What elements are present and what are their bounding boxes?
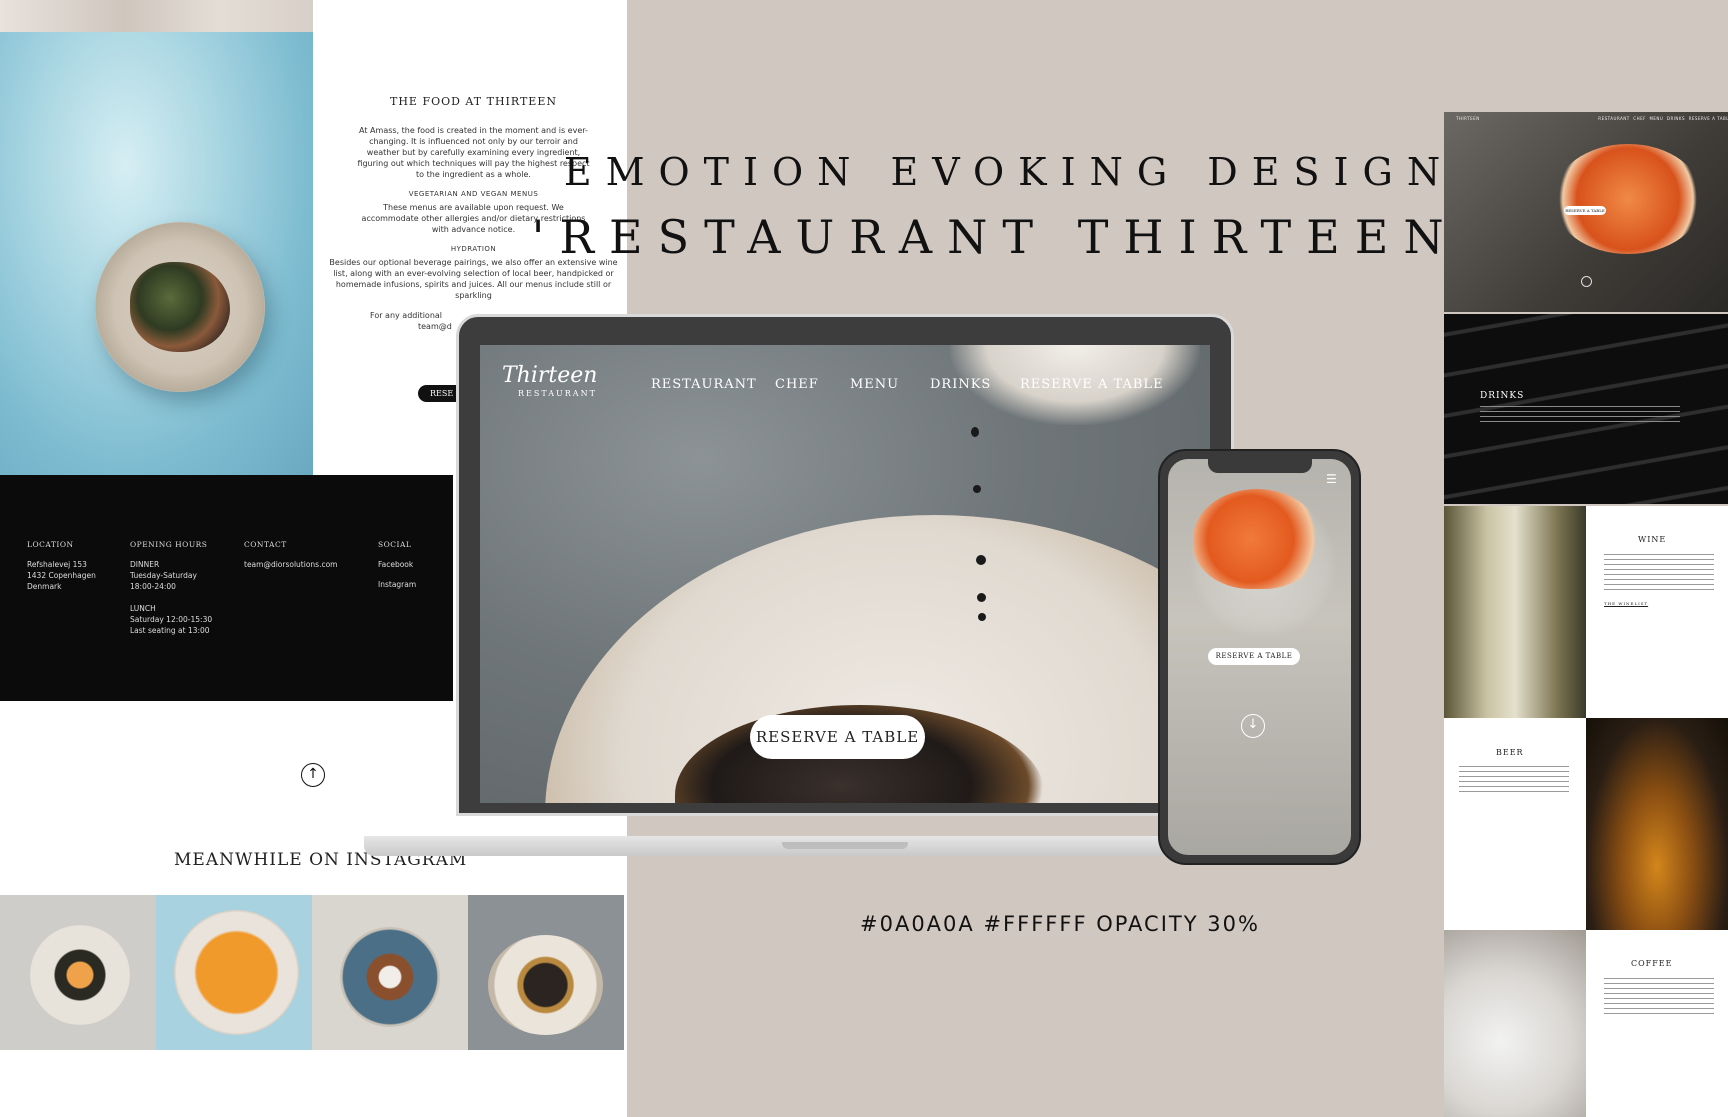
sauce-drop bbox=[973, 485, 981, 493]
nav-drinks[interactable]: DRINKS bbox=[930, 377, 991, 392]
hours-line: 18:00-24:00 bbox=[130, 582, 176, 591]
mini-reserve-button: RESERVE A TABLE bbox=[1564, 206, 1606, 215]
hours-line: Saturday 12:00-15:30 bbox=[130, 615, 213, 624]
instagram-link[interactable]: Instagram bbox=[378, 579, 416, 590]
hours-line: Last seating at 13:00 bbox=[130, 626, 210, 635]
phone-notch bbox=[1208, 459, 1312, 473]
wine-list-link: THE WINELIST bbox=[1604, 601, 1649, 606]
hours-line: LUNCH bbox=[130, 604, 156, 613]
coffee-title: COFFEE bbox=[1631, 959, 1673, 968]
phone-screen: ☰ RESERVE A TABLE ↓ bbox=[1168, 459, 1351, 855]
sauce-drop bbox=[978, 613, 986, 621]
contact-email-link[interactable]: team@diorsolutions.com bbox=[244, 559, 337, 570]
scroll-to-top-icon[interactable]: ↑ bbox=[301, 763, 325, 787]
thirteen-logo[interactable]: Thirteen RESTAURANT bbox=[502, 365, 597, 403]
footer: LOCATION Refshalevej 153 1432 Copenhagen… bbox=[0, 475, 453, 701]
sauce-drop bbox=[977, 593, 986, 602]
location-title: LOCATION bbox=[27, 540, 74, 549]
sauce-drop bbox=[971, 427, 979, 437]
contact-title: CONTACT bbox=[244, 540, 287, 549]
nav-restaurant[interactable]: RESTAURANT bbox=[651, 377, 757, 392]
drinks-label: DRINKS bbox=[1480, 391, 1525, 401]
wine-bottles-photo bbox=[1444, 506, 1586, 718]
instagram-photo[interactable] bbox=[312, 895, 468, 1050]
location-line: Refshalevej 153 bbox=[27, 560, 87, 569]
social-title: SOCIAL bbox=[378, 540, 412, 549]
beer-glasses-photo bbox=[1586, 718, 1728, 930]
facebook-link[interactable]: Facebook bbox=[378, 559, 416, 570]
coffee-panel: COFFEE bbox=[1586, 930, 1728, 1117]
arrow-down-circle-icon bbox=[1581, 276, 1592, 287]
beer-panel: BEER bbox=[1444, 718, 1586, 930]
footer-hours: OPENING HOURS DINNER Tuesday-Saturday 18… bbox=[130, 539, 212, 636]
hours-line: DINNER bbox=[130, 560, 160, 569]
stone-photo-strip bbox=[0, 0, 313, 32]
clams-dish-image bbox=[130, 262, 230, 352]
logo-subtext: RESTAURANT bbox=[518, 389, 597, 398]
footer-contact: CONTACT team@diorsolutions.com bbox=[244, 539, 337, 570]
location-line: 1432 Copenhagen bbox=[27, 571, 96, 580]
nav-menu[interactable]: MENU bbox=[850, 377, 899, 392]
beer-title: BEER bbox=[1496, 748, 1524, 757]
laptop-screen: Thirteen RESTAURANT RESTAURANT CHEF MENU… bbox=[480, 345, 1210, 803]
reserve-table-button[interactable]: RESERVE A TABLE bbox=[750, 715, 925, 759]
arrow-down-circle-icon[interactable]: ↓ bbox=[1241, 714, 1265, 738]
sauce-drop bbox=[976, 555, 986, 565]
instagram-photo[interactable] bbox=[0, 895, 156, 1050]
wine-text-lines bbox=[1604, 554, 1714, 594]
mini-nav: THIRTEEN RESTAURANT CHEF MENU DRINKS RES… bbox=[1456, 116, 1728, 121]
wine-panel: WINE THE WINELIST bbox=[1586, 506, 1728, 718]
footer-social: SOCIAL Facebook Instagram bbox=[378, 539, 416, 590]
phone-reserve-button[interactable]: RESERVE A TABLE bbox=[1208, 648, 1300, 665]
instagram-photo[interactable] bbox=[156, 895, 312, 1050]
beer-text-lines bbox=[1459, 766, 1569, 792]
nav-reserve[interactable]: RESERVE A TABLE bbox=[1020, 377, 1164, 392]
food-section-title: THE FOOD AT THIRTEEN bbox=[389, 95, 557, 108]
instagram-photo[interactable] bbox=[468, 895, 624, 1050]
color-palette-note: #0A0A0A #FFFFFF OPACITY 30% bbox=[860, 912, 1260, 936]
laptop-notch bbox=[782, 842, 908, 849]
blood-orange-image bbox=[1193, 489, 1321, 589]
nav-chef[interactable]: CHEF bbox=[775, 377, 819, 392]
drinks-text-lines bbox=[1480, 406, 1680, 426]
hours-line: Tuesday-Saturday bbox=[130, 571, 197, 580]
hamburger-menu-icon[interactable]: ☰ bbox=[1326, 472, 1337, 486]
wine-title: WINE bbox=[1638, 535, 1667, 544]
coffee-beans-photo bbox=[1444, 930, 1586, 1117]
footer-location: LOCATION Refshalevej 153 1432 Copenhagen… bbox=[27, 539, 96, 592]
coffee-text-lines bbox=[1604, 978, 1714, 1018]
blood-orange-image bbox=[1553, 144, 1703, 254]
location-line: Denmark bbox=[27, 582, 62, 591]
hours-title: OPENING HOURS bbox=[130, 540, 208, 549]
